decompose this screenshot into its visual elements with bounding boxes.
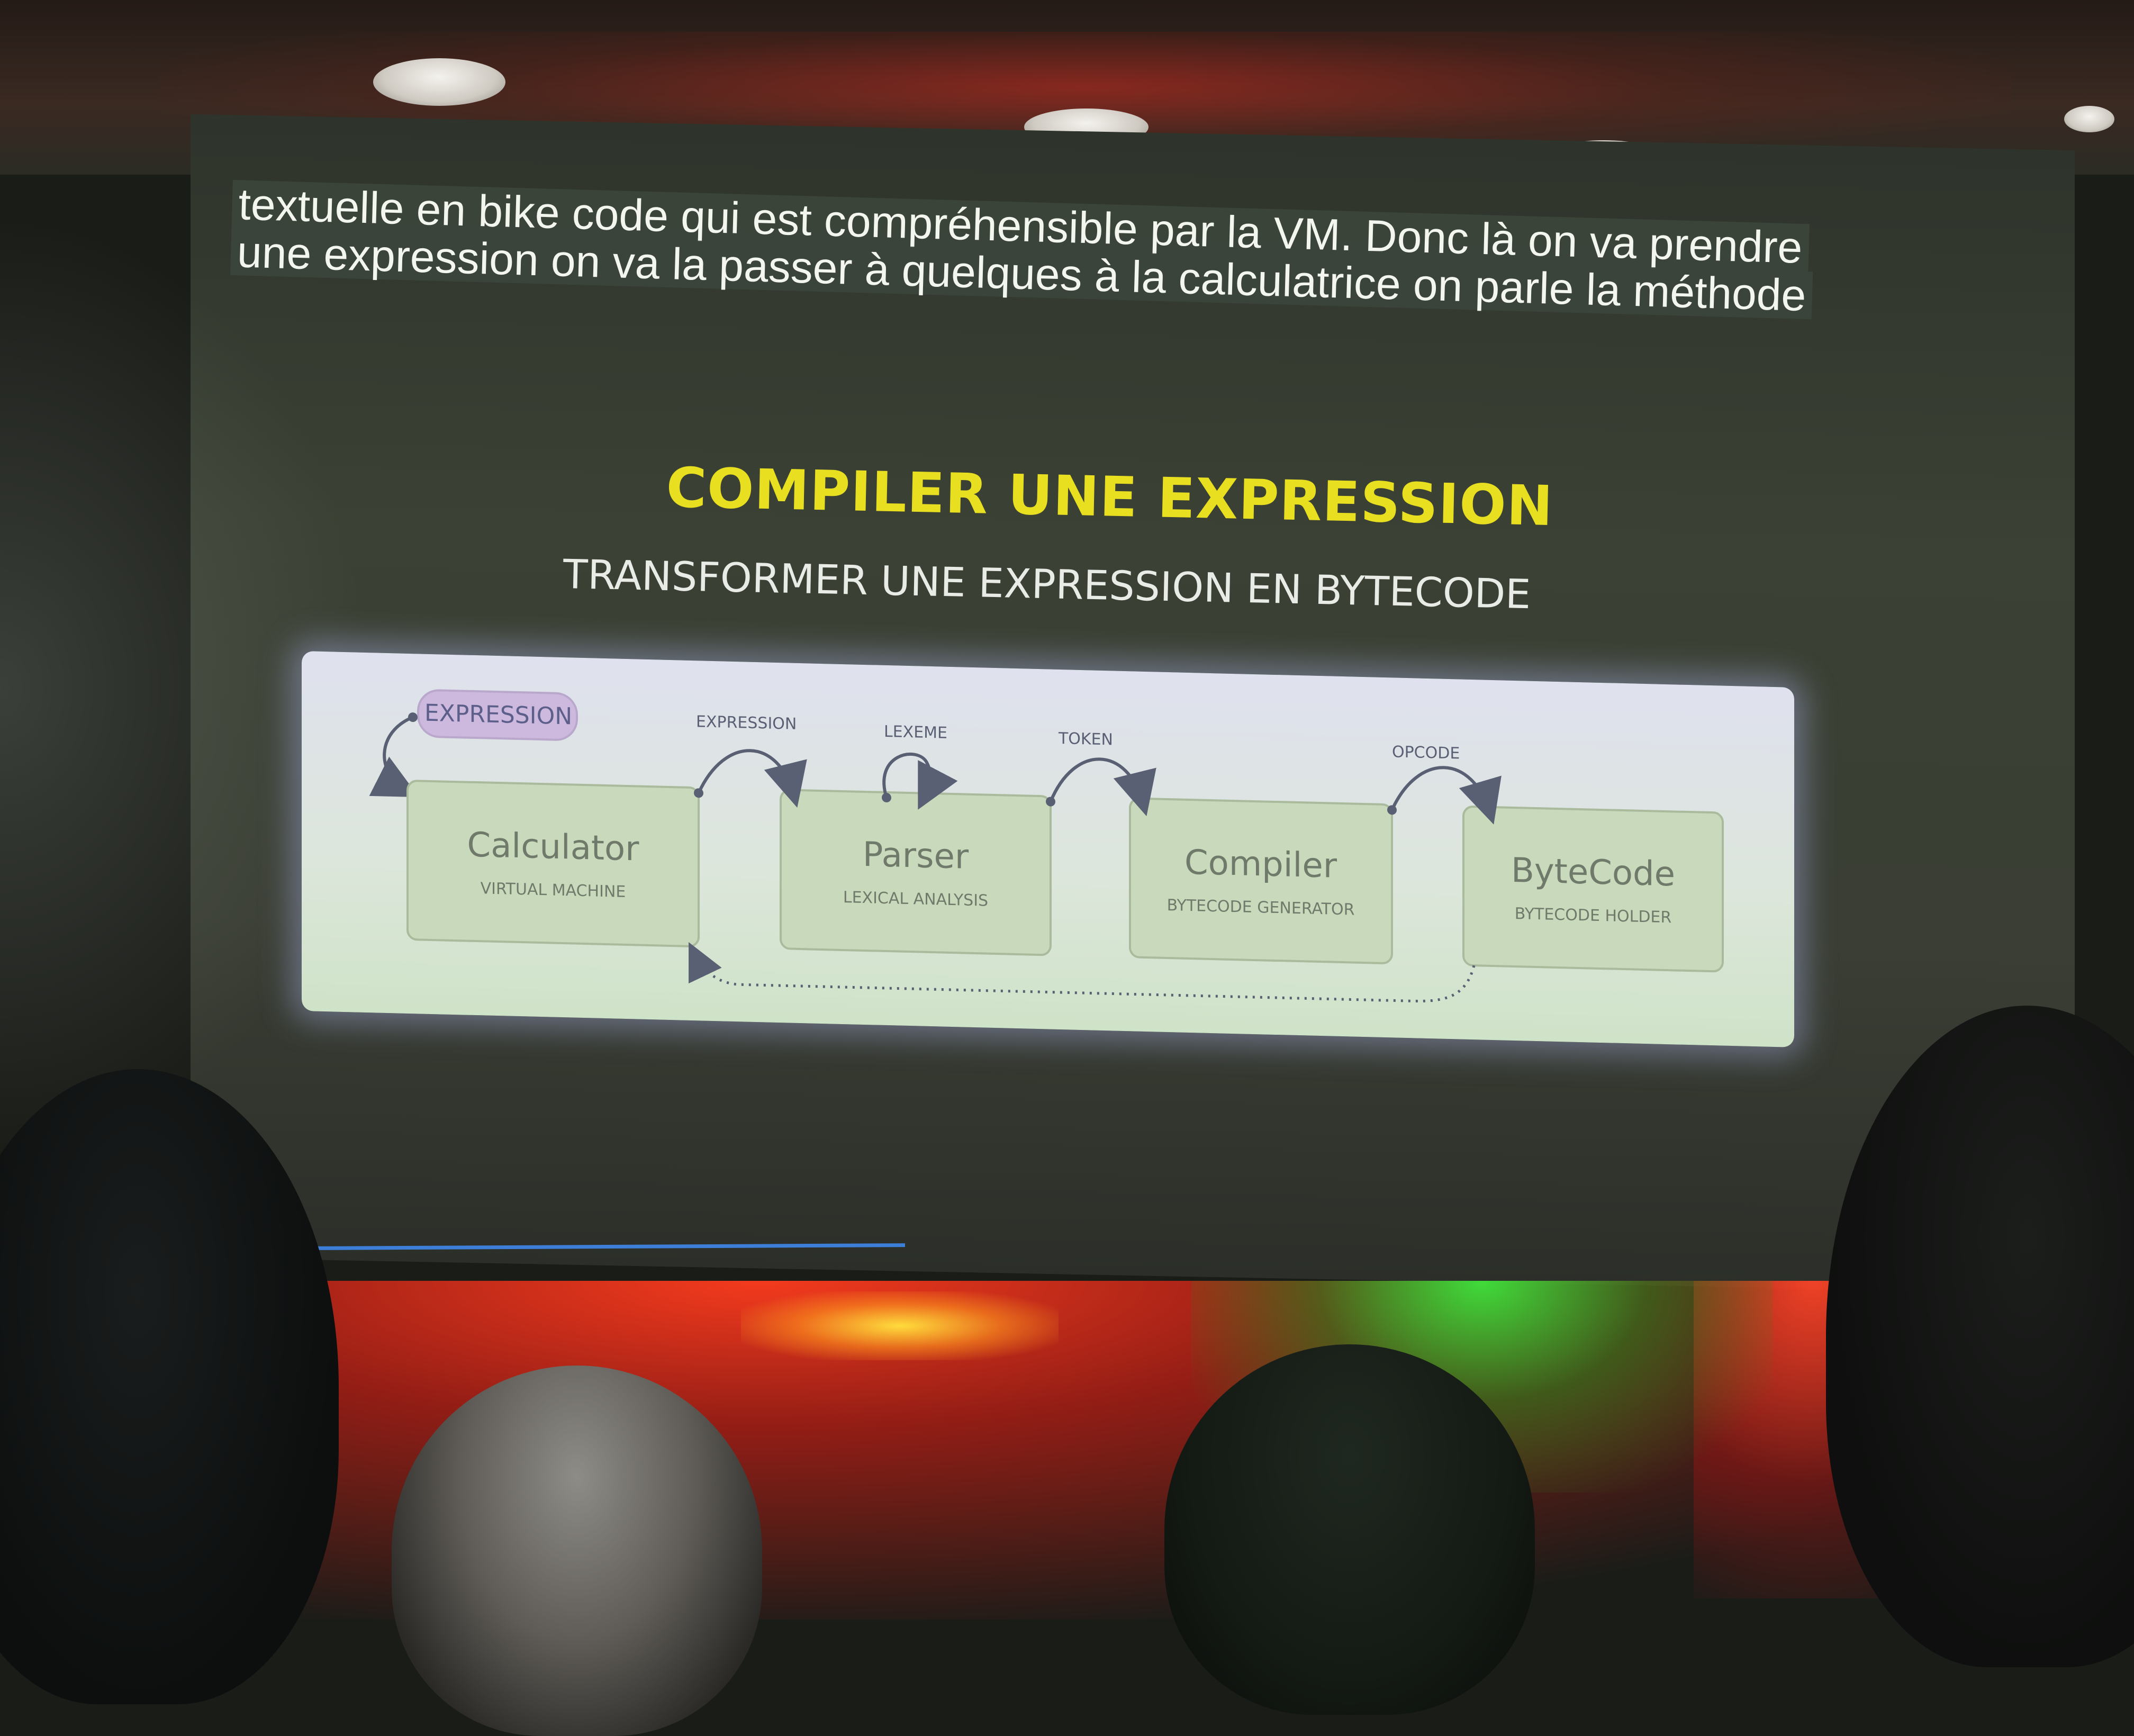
edge-expression-label: EXPRESSION [696, 712, 797, 734]
ceiling-spotlight [373, 58, 505, 106]
ceiling-spotlight [2064, 106, 2114, 132]
expression-input-label: EXPRESSION [424, 700, 572, 730]
audience-head-center-left [392, 1366, 762, 1736]
pipeline-diagram-svg: EXPRESSION Calculator VIRTUAL MACHINE Pa… [369, 689, 1724, 1002]
edge-expression-arrow [697, 749, 807, 808]
parser-title: Parser [863, 835, 969, 877]
bytecode-subtitle: BYTECODE HOLDER [1515, 905, 1671, 927]
calculator-subtitle: VIRTUAL MACHINE [481, 879, 626, 901]
stage-yellow-light [741, 1291, 1059, 1360]
edge-token-arrow [1049, 757, 1156, 817]
audience-head-center-right [1164, 1344, 1535, 1715]
edge-opcode-arrow [1390, 766, 1502, 825]
pipeline-diagram: EXPRESSION Calculator VIRTUAL MACHINE Pa… [302, 651, 1794, 1047]
compiler-title: Compiler [1184, 843, 1337, 886]
edge-lexeme-label: LEXEME [884, 722, 947, 743]
edge-token-label: TOKEN [1058, 729, 1113, 749]
calculator-title: Calculator [467, 826, 640, 869]
bytecode-title: ByteCode [1511, 851, 1675, 894]
input-arrow [369, 716, 419, 798]
parser-subtitle: LEXICAL ANALYSIS [843, 888, 988, 910]
edge-opcode-label: OPCODE [1392, 743, 1460, 763]
